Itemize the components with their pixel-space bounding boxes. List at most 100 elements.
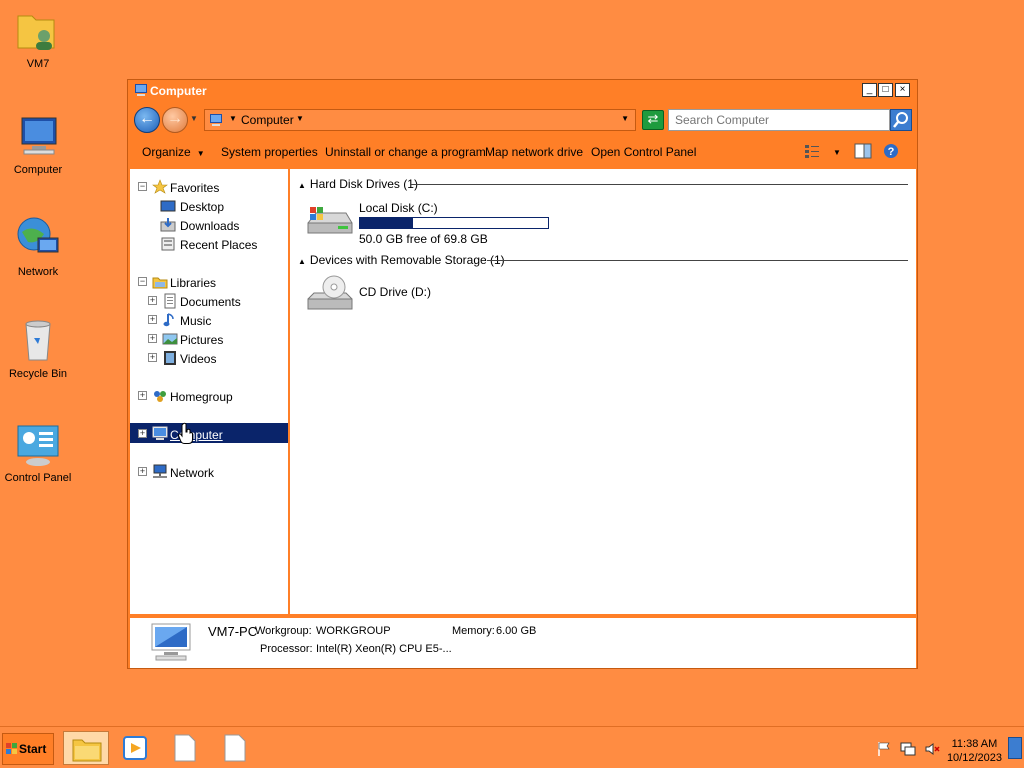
collapse-group-icon[interactable]: ▲ xyxy=(298,181,306,190)
preview-pane-button[interactable] xyxy=(854,143,872,162)
start-button[interactable]: Start xyxy=(2,733,54,765)
nav-item-libraries[interactable]: − Libraries xyxy=(138,274,278,292)
volume-muted-icon[interactable] xyxy=(924,741,940,757)
map-network-drive-button[interactable]: Map network drive xyxy=(485,145,583,159)
collapse-group-icon[interactable]: ▲ xyxy=(298,257,306,266)
action-center-flag-icon[interactable] xyxy=(876,741,892,757)
group-header-removable[interactable]: ▲ Devices with Removable Storage (1) xyxy=(298,253,505,267)
music-icon xyxy=(162,312,178,328)
memory-value: 6.00 GB xyxy=(496,625,537,637)
breadcrumb-arrow-icon[interactable]: ▼ xyxy=(229,114,237,123)
start-label: Start xyxy=(19,742,47,756)
title-bar[interactable]: Computer _ □ × xyxy=(128,80,917,102)
explorer-window: Computer _ □ × ← → ▼ ▼ Computer ▼ ▼ ⇄ Se… xyxy=(127,79,918,669)
collapse-icon[interactable]: − xyxy=(138,277,147,286)
open-control-panel-button[interactable]: Open Control Panel xyxy=(591,145,696,159)
organize-button[interactable]: Organize ▼ xyxy=(142,145,205,159)
maximize-button[interactable]: □ xyxy=(878,83,893,97)
search-button[interactable] xyxy=(890,109,912,131)
svg-text:?: ? xyxy=(888,146,895,158)
address-dropdown-icon[interactable]: ▼ xyxy=(621,114,629,123)
taskbar: Start 11:38 AM 10/12/2023 xyxy=(0,726,1024,768)
computer-icon xyxy=(14,112,62,160)
drive-item-cd-drive[interactable]: CD Drive (D:) xyxy=(304,273,504,319)
desktop-icon-recycle-bin[interactable]: Recycle Bin xyxy=(0,316,76,381)
breadcrumb-computer[interactable]: Computer xyxy=(241,113,294,127)
clock-time: 11:38 AM xyxy=(951,738,998,750)
file-icon xyxy=(174,734,196,762)
expand-icon[interactable]: + xyxy=(148,334,157,343)
nav-label: Desktop xyxy=(180,200,225,214)
arrow-right-icon: → xyxy=(167,110,183,127)
taskbar-file-button[interactable] xyxy=(212,731,258,765)
expand-icon[interactable]: + xyxy=(148,296,157,305)
network-icon xyxy=(14,214,62,262)
expand-icon[interactable]: + xyxy=(138,391,147,400)
desktop-icon-computer[interactable]: Computer xyxy=(0,112,76,177)
nav-item-computer[interactable]: + Computer xyxy=(138,426,278,444)
folder-icon xyxy=(72,739,102,762)
star-icon xyxy=(152,179,168,195)
forward-button[interactable]: → xyxy=(162,107,188,133)
taskbar-explorer-button[interactable] xyxy=(63,731,109,765)
network-status-icon[interactable] xyxy=(900,741,916,757)
expand-icon[interactable]: + xyxy=(138,429,147,438)
user-folder-icon xyxy=(14,6,62,54)
nav-label: Libraries xyxy=(170,276,217,290)
nav-item-music[interactable]: + Music xyxy=(138,312,278,330)
back-button[interactable]: ← xyxy=(134,107,160,133)
nav-item-pictures[interactable]: + Pictures xyxy=(138,331,278,349)
drive-name: Local Disk (C:) xyxy=(359,201,438,215)
system-properties-button[interactable]: System properties xyxy=(221,145,318,159)
minimize-button[interactable]: _ xyxy=(862,83,877,97)
nav-item-downloads[interactable]: Downloads xyxy=(138,217,278,235)
nav-item-documents[interactable]: + Documents xyxy=(138,293,278,311)
taskbar-file-button[interactable] xyxy=(162,731,208,765)
drive-item-local-disk[interactable]: Local Disk (C:) 50.0 GB free of 69.8 GB xyxy=(304,199,564,246)
computer-icon xyxy=(208,113,224,127)
expand-icon[interactable]: + xyxy=(148,353,157,362)
expand-icon[interactable]: + xyxy=(148,315,157,324)
refresh-icon: ⇄ xyxy=(647,111,659,126)
change-view-button[interactable] xyxy=(804,143,820,162)
nav-label: Homegroup xyxy=(170,390,233,404)
nav-item-homegroup[interactable]: + Homegroup xyxy=(138,388,278,406)
view-options-icon xyxy=(805,145,819,158)
breadcrumb-arrow-icon[interactable]: ▼ xyxy=(296,114,304,123)
nav-label: Pictures xyxy=(180,333,224,347)
cd-drive-icon xyxy=(307,275,353,310)
recent-pages-dropdown[interactable]: ▼ xyxy=(190,114,198,123)
uninstall-program-button[interactable]: Uninstall or change a program xyxy=(325,145,486,159)
organize-label: Organize xyxy=(142,145,191,159)
close-button[interactable]: × xyxy=(895,83,910,97)
nav-item-videos[interactable]: + Videos xyxy=(138,350,278,368)
system-tray: 11:38 AM 10/12/2023 xyxy=(864,731,1024,765)
view-menu-dropdown[interactable]: ▼ xyxy=(833,148,841,157)
search-input[interactable] xyxy=(669,110,869,130)
expand-icon[interactable]: + xyxy=(138,467,147,476)
group-header-hard-disks[interactable]: ▲ Hard Disk Drives (1) xyxy=(298,177,418,191)
media-player-icon xyxy=(123,736,147,760)
nav-label: Recent Places xyxy=(180,238,258,252)
help-button[interactable]: ? xyxy=(883,143,899,162)
desktop-icon-network[interactable]: Network xyxy=(0,214,76,279)
nav-item-desktop[interactable]: Desktop xyxy=(138,198,278,216)
desktop-icon-label: Control Panel xyxy=(4,472,72,484)
nav-label: Music xyxy=(180,314,212,328)
show-desktop-button[interactable] xyxy=(1008,737,1022,759)
nav-item-favorites[interactable]: − Favorites xyxy=(138,179,278,197)
arrow-left-icon: ← xyxy=(139,110,155,127)
refresh-button[interactable]: ⇄ xyxy=(642,110,664,130)
address-bar[interactable]: ▼ Computer ▼ ▼ xyxy=(204,109,636,131)
collapse-icon[interactable]: − xyxy=(138,182,147,191)
desktop-icon-vm7[interactable]: VM7 xyxy=(0,6,76,71)
search-box[interactable] xyxy=(668,109,890,131)
processor-value: Intel(R) Xeon(R) CPU E5-... xyxy=(316,643,452,655)
nav-item-recent-places[interactable]: Recent Places xyxy=(138,236,278,254)
nav-item-network[interactable]: + Network xyxy=(138,464,278,482)
desktop-icon-control-panel[interactable]: Control Panel xyxy=(0,420,76,485)
documents-icon xyxy=(162,293,178,309)
windows-logo-icon xyxy=(6,743,17,754)
taskbar-media-player-button[interactable] xyxy=(112,731,158,765)
clock[interactable]: 11:38 AM 10/12/2023 xyxy=(947,737,1002,765)
